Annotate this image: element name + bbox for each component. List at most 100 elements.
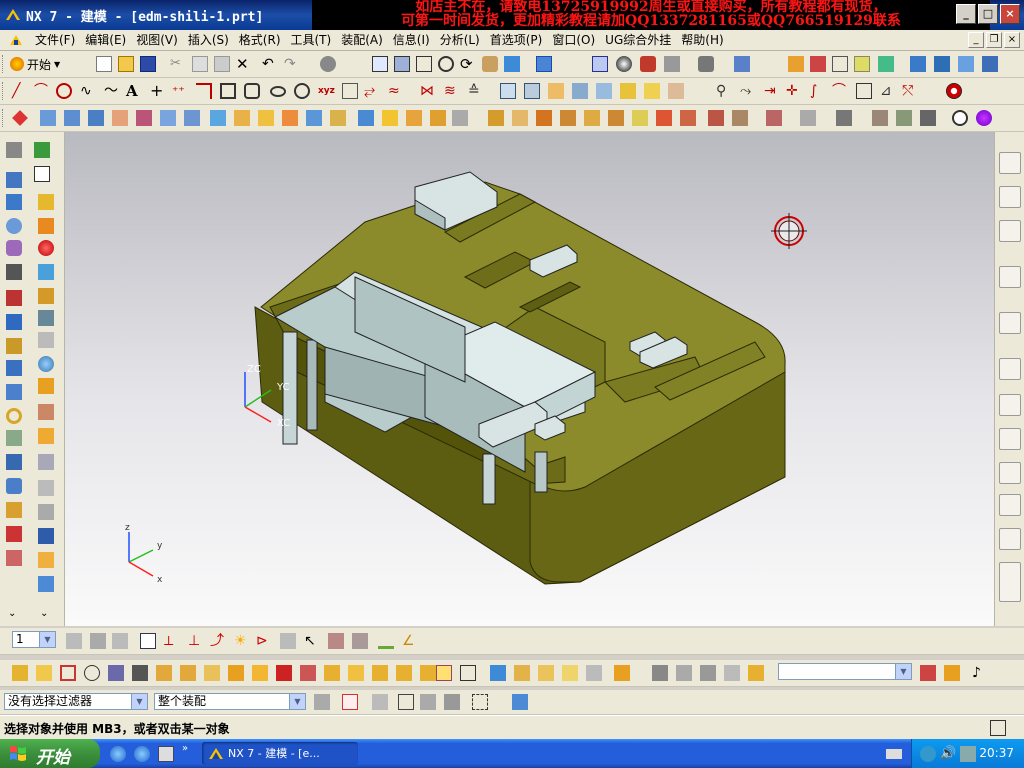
offset-surface-icon[interactable] (210, 110, 226, 126)
stack-icon[interactable] (38, 480, 54, 496)
delete-icon[interactable]: ✕ (236, 56, 252, 72)
cylinder-icon[interactable] (6, 478, 22, 494)
copy-icon[interactable] (192, 56, 208, 72)
model-canvas[interactable]: ZC YC XC z y x (65, 132, 994, 626)
circle-icon[interactable] (56, 83, 72, 99)
snap-filter-dropdown[interactable]: ▼ (778, 663, 912, 680)
filter-curve-icon[interactable] (614, 665, 630, 681)
cube-orange-icon[interactable] (38, 218, 54, 234)
polygon-icon[interactable] (244, 83, 260, 99)
trimmed-sheet-icon[interactable] (234, 110, 250, 126)
intersect-curve-icon[interactable] (500, 83, 516, 99)
tube-icon[interactable] (38, 288, 54, 304)
doc-restore-button[interactable]: ❐ (986, 32, 1002, 48)
feature-operation-icon[interactable] (12, 110, 28, 126)
wcs-origin-icon[interactable]: ⊥ (188, 633, 204, 649)
pocket-icon[interactable] (452, 110, 468, 126)
selection-scope-dropdown[interactable]: 整个装配 ▼ (154, 693, 306, 710)
edit-parameters-icon[interactable]: ⊿ (880, 83, 896, 99)
menu-insert[interactable]: 插入(S) (183, 32, 234, 48)
angle-icon[interactable]: ∠ (402, 633, 418, 649)
parabola-icon[interactable] (294, 83, 310, 99)
blank-sheet-icon[interactable] (34, 166, 50, 182)
new-file-icon[interactable] (96, 56, 112, 72)
layer-copy-icon[interactable] (112, 633, 128, 649)
snap-on-face-icon[interactable] (252, 665, 268, 681)
text-icon[interactable]: A (126, 83, 142, 99)
snap-bound-icon[interactable] (276, 665, 292, 681)
measure-icon[interactable] (810, 56, 826, 72)
sketch-icon[interactable] (644, 83, 660, 99)
snap-intersect-icon[interactable] (84, 665, 100, 681)
wrench-icon[interactable] (6, 502, 22, 518)
join-curve-icon[interactable]: ≋ (444, 83, 460, 99)
palette-tab[interactable] (999, 394, 1021, 416)
point-icon[interactable]: + (150, 83, 166, 99)
curvature-icon[interactable] (958, 56, 974, 72)
through-curves-icon[interactable] (64, 110, 80, 126)
edit-curve-icon[interactable] (668, 83, 684, 99)
rectangle-icon[interactable] (220, 83, 236, 99)
start-button[interactable]: 开始 (0, 739, 100, 768)
quick-pick-icon[interactable] (460, 665, 476, 681)
tools-tab[interactable] (999, 462, 1021, 484)
wcs-save-icon[interactable] (280, 633, 296, 649)
subtract-icon[interactable] (512, 110, 528, 126)
zoom-icon[interactable] (416, 56, 432, 72)
arc-icon[interactable]: ⌒ (34, 83, 50, 99)
keyboard-icon[interactable] (886, 749, 902, 759)
graphics-viewport[interactable]: ZC YC XC z y x (65, 132, 994, 626)
perspective-icon[interactable] (504, 56, 520, 72)
distance-icon[interactable] (832, 56, 848, 72)
patch-icon[interactable] (282, 110, 298, 126)
extend-curve-icon[interactable]: ⇥ (764, 83, 780, 99)
start-menu-button[interactable]: 开始 ▼ (10, 55, 60, 73)
layer-icon[interactable] (734, 56, 750, 72)
fillet-surface-icon[interactable] (306, 110, 322, 126)
repeat-command-icon[interactable] (320, 56, 336, 72)
studio-icon[interactable] (616, 56, 632, 72)
select-all-icon[interactable] (314, 694, 330, 710)
open-book-icon[interactable] (38, 528, 54, 544)
menu-format[interactable]: 格式(R) (234, 32, 286, 48)
menu-assembly[interactable]: 装配(A) (336, 32, 388, 48)
cube-yellow-icon[interactable] (38, 194, 54, 210)
layer-settings-icon[interactable] (66, 633, 82, 649)
menu-file[interactable]: 文件(F) (30, 32, 80, 48)
snap-face-icon[interactable] (156, 665, 172, 681)
block-gold-icon[interactable] (6, 338, 22, 354)
section-curve-icon[interactable] (524, 83, 540, 99)
wcs-display-icon[interactable]: ⊳ (256, 633, 272, 649)
fillet-curve-icon[interactable]: ⤳ (740, 83, 756, 99)
back-icon[interactable] (920, 746, 936, 762)
filter-sheet-icon[interactable] (652, 665, 668, 681)
project-curve-icon[interactable]: ≙ (468, 83, 484, 99)
sphere-blue-icon[interactable] (38, 356, 54, 372)
network-icon[interactable] (960, 746, 976, 762)
spline-edit-icon[interactable]: ⚲ (716, 83, 732, 99)
redo-icon[interactable]: ↷ (284, 56, 300, 72)
timestamp-icon[interactable] (952, 110, 968, 126)
chevron-down-icon-2[interactable]: ⌄ (40, 608, 56, 624)
menu-help[interactable]: 帮助(H) (676, 32, 728, 48)
system-tab[interactable] (999, 528, 1021, 550)
snap-control-icon[interactable] (60, 665, 76, 681)
fit-view-icon[interactable] (372, 56, 388, 72)
extract-curve-icon[interactable] (548, 83, 564, 99)
assembly-navigator-icon[interactable] (6, 142, 22, 158)
web-browser-tab[interactable] (999, 266, 1021, 288)
open-folder-icon[interactable] (118, 56, 134, 72)
radius-icon[interactable] (982, 56, 998, 72)
corner-icon[interactable] (196, 83, 212, 99)
weld-icon[interactable] (6, 290, 22, 306)
line-icon[interactable]: ╱ (12, 83, 28, 99)
spline-icon[interactable]: ∿ (80, 83, 96, 99)
snap-center-icon[interactable] (108, 665, 124, 681)
wcs-orient-icon[interactable]: ☀ (234, 633, 250, 649)
drag-icon[interactable] (328, 633, 344, 649)
shape-spline-icon[interactable] (856, 83, 872, 99)
select-feature-icon[interactable] (420, 694, 436, 710)
moldwizard-icon[interactable] (38, 310, 54, 326)
assembly-navigator-tab[interactable] (999, 152, 1021, 174)
palette-icon[interactable] (6, 550, 22, 566)
